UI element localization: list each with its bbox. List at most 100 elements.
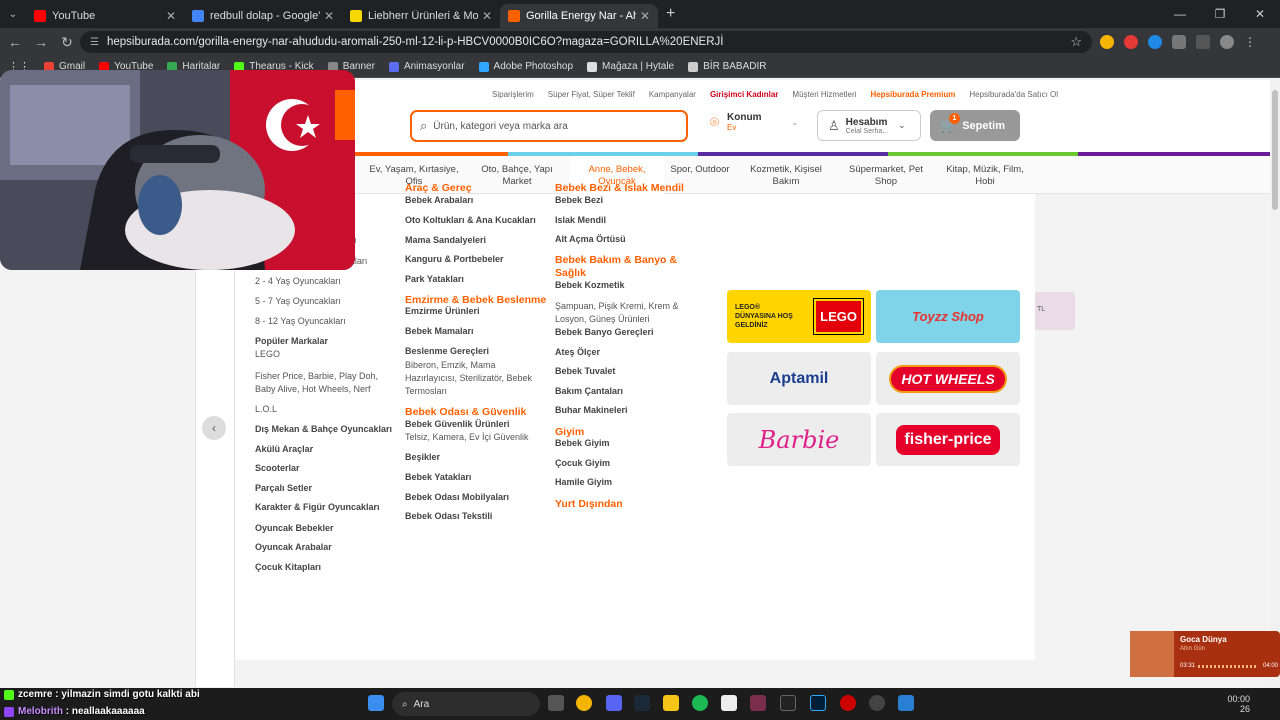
back-icon[interactable]: ← [2, 34, 28, 50]
capcut-icon[interactable] [721, 695, 737, 711]
bookmark-item[interactable]: Adobe Photoshop [478, 61, 573, 72]
mega-menu-item[interactable]: Bebek Odası & Güvenlik [405, 406, 526, 418]
minimize-icon[interactable]: — [1160, 7, 1200, 21]
mega-menu-item[interactable]: Telsiz, Kamera, Ev İçi Güvenlik [405, 432, 529, 442]
app-icon[interactable] [840, 695, 856, 711]
mega-menu-item[interactable]: Emzirme Ürünleri [405, 306, 480, 316]
browser-tab[interactable]: redbull dolap - Google'da Ara ✕ [184, 4, 342, 28]
mega-menu-item[interactable]: Oyuncak Arabalar [255, 542, 332, 552]
mega-menu-item[interactable]: Bebek Odası Mobilyaları [405, 492, 509, 502]
category-tab[interactable]: Kitap, Müzik, Film, Hobi [944, 164, 1026, 188]
extension-icon[interactable] [1148, 35, 1162, 49]
mega-menu-item[interactable]: Bebek Bezi & Islak Mendil [555, 182, 684, 194]
mega-menu-item[interactable]: Akülü Araçlar [255, 444, 313, 454]
bookmark-item[interactable]: Mağaza | Hytale [587, 61, 674, 72]
search-input[interactable]: ⌕ Ürün, kategori veya marka ara [410, 110, 688, 142]
mega-menu-item[interactable]: Beşikler [405, 452, 440, 462]
mega-menu-item[interactable]: Çocuk Giyim [555, 458, 610, 468]
mega-menu-item[interactable]: Bebek Bakım & Banyo & Sağlık [555, 254, 685, 280]
mega-menu-item[interactable]: Çocuk Kitapları [255, 562, 321, 572]
scrollbar[interactable] [1270, 80, 1280, 687]
mega-menu-item[interactable]: Hamile Giyim [555, 477, 612, 487]
reload-icon[interactable]: ↻ [54, 34, 80, 51]
mega-menu-item[interactable]: Islak Mendil [555, 215, 606, 225]
brand-tile[interactable]: Aptamil [727, 352, 871, 405]
steam-icon[interactable] [634, 695, 650, 711]
mega-menu-item[interactable]: Bakım Çantaları [555, 386, 623, 396]
file-explorer-icon[interactable] [663, 695, 679, 711]
mega-menu-item[interactable]: Ateş Ölçer [555, 347, 600, 357]
windows-start-icon[interactable] [368, 695, 384, 711]
media-icon[interactable] [1196, 35, 1210, 49]
photoshop-icon[interactable] [810, 695, 826, 711]
site-info-icon[interactable]: ☰ [90, 37, 99, 48]
top-link[interactable]: Süper Fiyat, Süper Teklif [548, 90, 635, 99]
mega-menu-item[interactable]: Bebek Odası Tekstili [405, 511, 492, 521]
top-link[interactable]: Hepsiburada Premium [870, 90, 955, 99]
extension-icon[interactable] [1100, 35, 1114, 49]
brand-tile[interactable]: HOT WHEELS [876, 352, 1020, 405]
profile-icon[interactable] [1220, 35, 1234, 49]
cart-button[interactable]: 🛒 1 Sepetim [930, 110, 1020, 141]
top-link[interactable]: Müşteri Hizmetleri [792, 90, 856, 99]
taskbar-search[interactable]: ⌕ Ara [392, 692, 540, 716]
mega-menu-item[interactable]: Bebek Tuvalet [555, 366, 615, 376]
app-icon[interactable] [750, 695, 766, 711]
puzzle-icon[interactable] [1172, 35, 1186, 49]
mega-menu-item[interactable]: 8 - 12 Yaş Oyuncakları [255, 316, 346, 326]
mega-menu-item[interactable]: Scooterlar [255, 463, 300, 473]
mega-menu-item[interactable]: Biberon, Emzik, Mama Hazırlayıcısı, Ster… [405, 359, 545, 398]
mega-menu-item[interactable]: Giyim [555, 426, 584, 438]
mega-menu-item[interactable]: Mama Sandalyeleri [405, 235, 486, 245]
category-tab[interactable]: Oto, Bahçe, Yapı Market [472, 164, 562, 188]
category-tab[interactable]: Kozmetik, Kişisel Bakım [745, 164, 827, 188]
brand-tile[interactable]: LEGO® DÜNYASINA HOŞ GELDİNİZ LEGO [727, 290, 871, 343]
mega-menu-item[interactable]: Emzirme & Bebek Beslenme [405, 294, 546, 306]
forward-icon[interactable]: → [28, 34, 54, 50]
mega-menu-item[interactable]: L.O.L [255, 404, 277, 414]
close-icon[interactable]: ✕ [640, 9, 650, 23]
clock-time[interactable]: 00:00 [1227, 694, 1250, 704]
top-link[interactable]: Hepsiburada'da Satıcı Ol [969, 90, 1058, 99]
url-bar[interactable]: ☰ hepsiburada.com/gorilla-energy-nar-ahu… [80, 31, 1092, 53]
mega-menu-item[interactable]: Şampuan, Pişik Kremi, Krem & Losyon, Gün… [555, 300, 695, 326]
bookmark-item[interactable]: BİR BABADIR [688, 61, 766, 72]
close-window-icon[interactable]: ✕ [1240, 7, 1280, 21]
mega-menu-item[interactable]: Oto Koltukları & Ana Kucakları [405, 215, 536, 225]
mega-menu-item[interactable]: Alt Açma Örtüsü [555, 234, 626, 244]
top-link[interactable]: Kampanyalar [649, 90, 696, 99]
category-tab[interactable]: Süpermarket, Pet Shop [842, 164, 930, 188]
mega-menu-item[interactable]: Buhar Makineleri [555, 405, 628, 415]
maximize-icon[interactable]: ❐ [1200, 7, 1240, 21]
mega-menu-item[interactable]: Yurt Dışından [555, 498, 623, 510]
mega-menu-item[interactable]: Bebek Mamaları [405, 326, 474, 336]
close-icon[interactable]: ✕ [166, 9, 176, 23]
mega-menu-item[interactable]: Fisher Price, Barbie, Play Doh, Baby Ali… [255, 370, 395, 396]
tab-search-icon[interactable]: ⌄ [0, 0, 26, 28]
browser-tab[interactable]: YouTube ✕ [26, 4, 184, 28]
obs-icon[interactable] [869, 695, 885, 711]
brand-tile[interactable]: Toyzz Shop [876, 290, 1020, 343]
bookmark-item[interactable]: Animasyonlar [388, 61, 465, 72]
account-button[interactable]: ♙ Hesabım Celal Serha... ⌄ [817, 110, 921, 141]
task-view-icon[interactable] [548, 695, 564, 711]
mega-menu-item[interactable]: Bebek Yatakları [405, 472, 471, 482]
mega-menu-item[interactable]: Kanguru & Portbebeler [405, 254, 504, 264]
top-link[interactable]: Girişimci Kadınlar [710, 90, 778, 99]
brand-tile[interactable]: Barbie [727, 413, 871, 466]
mega-menu-item[interactable]: Bebek Arabaları [405, 195, 473, 205]
mega-menu-item[interactable]: LEGO [255, 349, 280, 359]
mega-menu-item[interactable]: 2 - 4 Yaş Oyuncakları [255, 276, 341, 286]
spotify-icon[interactable] [692, 695, 708, 711]
mega-menu-item[interactable]: Park Yatakları [405, 274, 464, 284]
mega-menu-item[interactable]: 5 - 7 Yaş Oyuncakları [255, 296, 341, 306]
mega-menu-item[interactable]: Oyuncak Bebekler [255, 523, 334, 533]
mega-menu-item[interactable]: Parçalı Setler [255, 483, 312, 493]
brand-tile[interactable]: fisher-price [876, 413, 1020, 466]
location-selector[interactable]: ⌾ Konum Ev ⌄ [710, 112, 798, 132]
chrome-icon[interactable] [576, 695, 592, 711]
browser-tab[interactable]: Liebherr Ürünleri & Modelleri ✕ [342, 4, 500, 28]
mega-menu-item[interactable]: Beslenme Gereçleri [405, 346, 489, 356]
mega-menu-item[interactable]: Karakter & Figür Oyuncakları [255, 502, 380, 512]
extension-icon[interactable] [1124, 35, 1138, 49]
